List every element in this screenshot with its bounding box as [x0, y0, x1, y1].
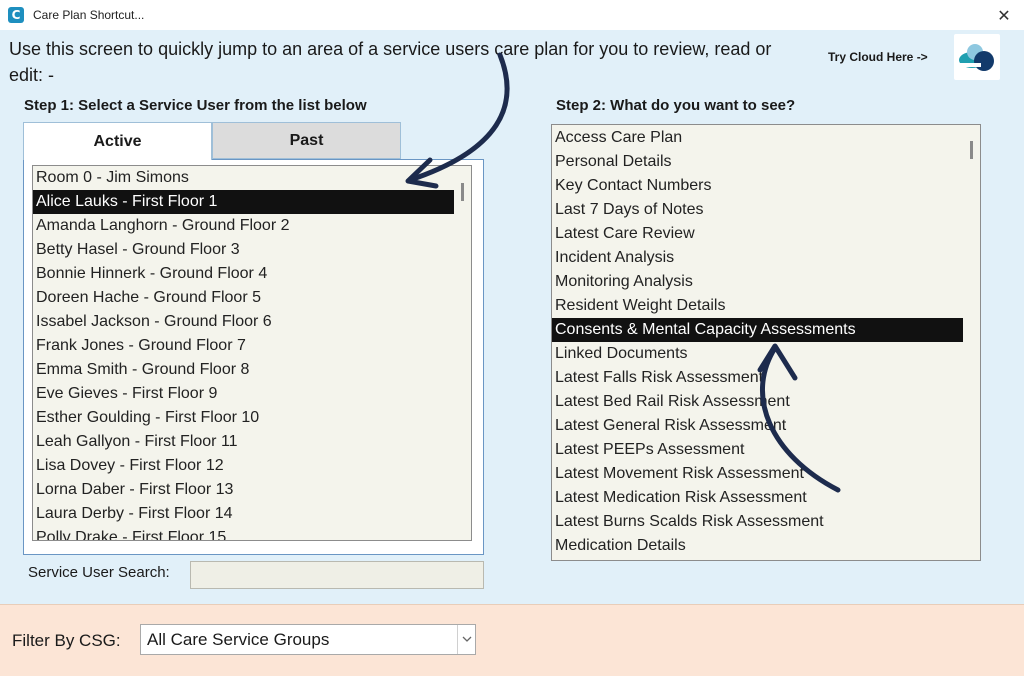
- cloud-logo-icon: [959, 44, 994, 71]
- csg-dropdown[interactable]: All Care Service Groups: [140, 624, 476, 655]
- csg-selected-value: All Care Service Groups: [147, 629, 330, 649]
- scrollbar-thumb[interactable]: [461, 183, 464, 201]
- service-user-list-item[interactable]: Polly Drake - First Floor 15: [33, 526, 471, 540]
- close-icon: ✕: [997, 5, 1011, 25]
- care-plan-option-item[interactable]: Personal Details: [552, 150, 980, 174]
- care-plan-option-item[interactable]: Monitoring Analysis: [552, 270, 980, 294]
- care-plan-app-icon: C: [8, 7, 24, 23]
- service-user-list-item[interactable]: Doreen Hache - Ground Floor 5: [33, 286, 471, 310]
- care-plan-option-item[interactable]: Latest Movement Risk Assessment: [552, 462, 980, 486]
- cloud-logo-button[interactable]: [954, 34, 1000, 80]
- care-plan-option-item[interactable]: Incident Analysis: [552, 246, 980, 270]
- step2-heading: Step 2: What do you want to see?: [556, 97, 796, 114]
- service-user-list-item[interactable]: Lisa Dovey - First Floor 12: [33, 454, 471, 478]
- care-plan-shortcut-window: C Care Plan Shortcut... ✕ Use this scree…: [0, 0, 1024, 676]
- service-user-search-input[interactable]: [190, 561, 484, 589]
- chevron-down-icon[interactable]: [457, 625, 475, 654]
- service-user-list-item[interactable]: Bonnie Hinnerk - Ground Floor 4: [33, 262, 471, 286]
- service-user-list-item[interactable]: Eve Gieves - First Floor 9: [33, 382, 471, 406]
- care-plan-option-item[interactable]: Latest General Risk Assessment: [552, 414, 980, 438]
- filter-csg-label: Filter By CSG:: [12, 631, 121, 650]
- service-user-list-item[interactable]: Alice Lauks - First Floor 1: [33, 190, 471, 214]
- service-user-list-scrollbar[interactable]: [454, 166, 471, 540]
- intro-text: Use this screen to quickly jump to an ar…: [9, 39, 772, 85]
- search-label: Service User Search:: [28, 564, 170, 581]
- service-user-list-item[interactable]: Frank Jones - Ground Floor 7: [33, 334, 471, 358]
- care-plan-option-item[interactable]: Latest Medication Risk Assessment: [552, 486, 980, 510]
- care-plan-option-item[interactable]: Last 7 Days of Notes: [552, 198, 980, 222]
- service-user-list-item[interactable]: Esther Goulding - First Floor 10: [33, 406, 471, 430]
- service-user-list-item[interactable]: Room 0 - Jim Simons: [33, 166, 471, 190]
- care-plan-option-item[interactable]: Linked Documents: [552, 342, 980, 366]
- tab-active[interactable]: Active: [23, 122, 212, 160]
- close-button[interactable]: ✕: [992, 4, 1016, 26]
- care-plan-option-item[interactable]: Latest Care Review: [552, 222, 980, 246]
- service-user-list-item[interactable]: Issabel Jackson - Ground Floor 6: [33, 310, 471, 334]
- try-cloud-link[interactable]: Try Cloud Here ->: [828, 50, 928, 64]
- care-plan-option-item[interactable]: Latest Falls Risk Assessment: [552, 366, 980, 390]
- footer-filter-bar: Filter By CSG: All Care Service Groups: [0, 604, 1024, 676]
- care-plan-option-item[interactable]: Key Contact Numbers: [552, 174, 980, 198]
- service-user-list-item[interactable]: Lorna Daber - First Floor 13: [33, 478, 471, 502]
- care-plan-option-item[interactable]: Access Care Plan: [552, 126, 980, 150]
- window-title: Care Plan Shortcut...: [33, 8, 145, 22]
- care-plan-option-item[interactable]: Medication Details: [552, 534, 980, 558]
- scrollbar-thumb[interactable]: [970, 141, 973, 159]
- service-user-list-item[interactable]: Laura Derby - First Floor 14: [33, 502, 471, 526]
- care-plan-option-item[interactable]: Resident Weight Details: [552, 294, 980, 318]
- service-user-list-item[interactable]: Betty Hasel - Ground Floor 3: [33, 238, 471, 262]
- care-plan-option-item[interactable]: Latest Bed Rail Risk Assessment: [552, 390, 980, 414]
- service-user-list-item[interactable]: Amanda Langhorn - Ground Floor 2: [33, 214, 471, 238]
- step1-heading: Step 1: Select a Service User from the l…: [24, 97, 367, 114]
- service-user-list[interactable]: Room 0 - Jim Simons Alice Lauks - First F…: [32, 165, 472, 541]
- service-user-list-item[interactable]: Leah Gallyon - First Floor 11: [33, 430, 471, 454]
- care-plan-option-item[interactable]: Consents & Mental Capacity Assessments: [552, 318, 980, 342]
- care-plan-list-scrollbar[interactable]: [963, 125, 980, 560]
- care-plan-option-item[interactable]: Latest PEEPs Assessment: [552, 438, 980, 462]
- care-plan-option-item[interactable]: Latest Burns Scalds Risk Assessment: [552, 510, 980, 534]
- care-plan-section-list[interactable]: Access Care Plan Personal Details Key Cont…: [551, 124, 981, 561]
- service-user-list-item[interactable]: Emma Smith - Ground Floor 8: [33, 358, 471, 382]
- title-bar: C Care Plan Shortcut... ✕: [0, 0, 1024, 30]
- tab-past[interactable]: Past: [212, 122, 401, 159]
